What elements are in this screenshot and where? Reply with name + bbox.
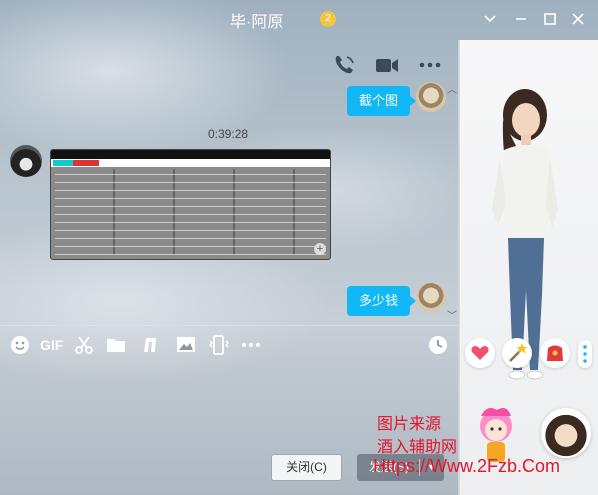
magic-wand-icon[interactable] bbox=[502, 338, 532, 368]
chevron-down-icon[interactable] bbox=[479, 8, 501, 30]
picture-icon[interactable] bbox=[175, 334, 197, 356]
zoom-plus-icon[interactable]: + bbox=[314, 243, 326, 255]
screenshot-options-grid bbox=[55, 169, 326, 255]
message-timestamp: 0:39:28 bbox=[208, 127, 249, 141]
shake-icon[interactable] bbox=[207, 334, 229, 356]
self-avatar[interactable] bbox=[416, 282, 446, 312]
close-window-button[interactable] bbox=[567, 8, 589, 30]
window-title: 毕·阿原 bbox=[230, 14, 284, 31]
screenshot-tab bbox=[53, 160, 73, 166]
watermark-line: 酒入辅助网 bbox=[377, 439, 458, 456]
chat-window: 毕·阿原 2 截个图 ︿ 0:39:28 + 多少钱 ﹀ GIF 关闭(C) 发… bbox=[0, 0, 598, 495]
emoji-icon[interactable] bbox=[9, 334, 31, 356]
toolbar-divider bbox=[0, 325, 458, 326]
history-clock-icon[interactable] bbox=[427, 334, 449, 356]
watermark-url: Https://Www.2Fzb.Com bbox=[373, 456, 561, 476]
screenshot-titlebar bbox=[51, 150, 330, 159]
chevron-up-icon[interactable]: ︿ bbox=[447, 86, 457, 96]
watermark-line: 图片来源 bbox=[377, 416, 442, 433]
screenshot-image-message[interactable]: + bbox=[50, 149, 331, 260]
close-button[interactable]: 关闭(C) bbox=[271, 454, 342, 481]
title-bar: 毕·阿原 2 bbox=[0, 0, 598, 40]
minimize-button[interactable] bbox=[510, 8, 532, 30]
maximize-button[interactable] bbox=[539, 8, 561, 30]
peer-avatar[interactable] bbox=[10, 145, 42, 177]
gif-icon[interactable]: GIF bbox=[40, 334, 64, 356]
video-icon[interactable] bbox=[374, 52, 400, 78]
music-note-icon[interactable] bbox=[139, 334, 161, 356]
folder-icon[interactable] bbox=[105, 334, 127, 356]
scissors-icon[interactable] bbox=[73, 334, 95, 356]
peer-profile-avatar[interactable] bbox=[541, 408, 591, 458]
chevron-down-icon[interactable]: ﹀ bbox=[447, 312, 457, 322]
more-icon[interactable] bbox=[417, 52, 443, 78]
heart-gift-icon[interactable] bbox=[465, 338, 495, 368]
panel-divider bbox=[458, 40, 459, 495]
message-bubble[interactable]: 截个图 bbox=[347, 86, 417, 116]
message-bubble[interactable]: 多少钱 bbox=[347, 286, 417, 316]
more-icon[interactable] bbox=[240, 334, 262, 356]
red-envelope-icon[interactable] bbox=[540, 338, 570, 368]
vip-badge: 2 bbox=[320, 11, 336, 27]
vertical-more-icon[interactable] bbox=[578, 340, 592, 368]
phone-icon[interactable] bbox=[331, 52, 357, 78]
self-avatar[interactable] bbox=[416, 82, 446, 112]
